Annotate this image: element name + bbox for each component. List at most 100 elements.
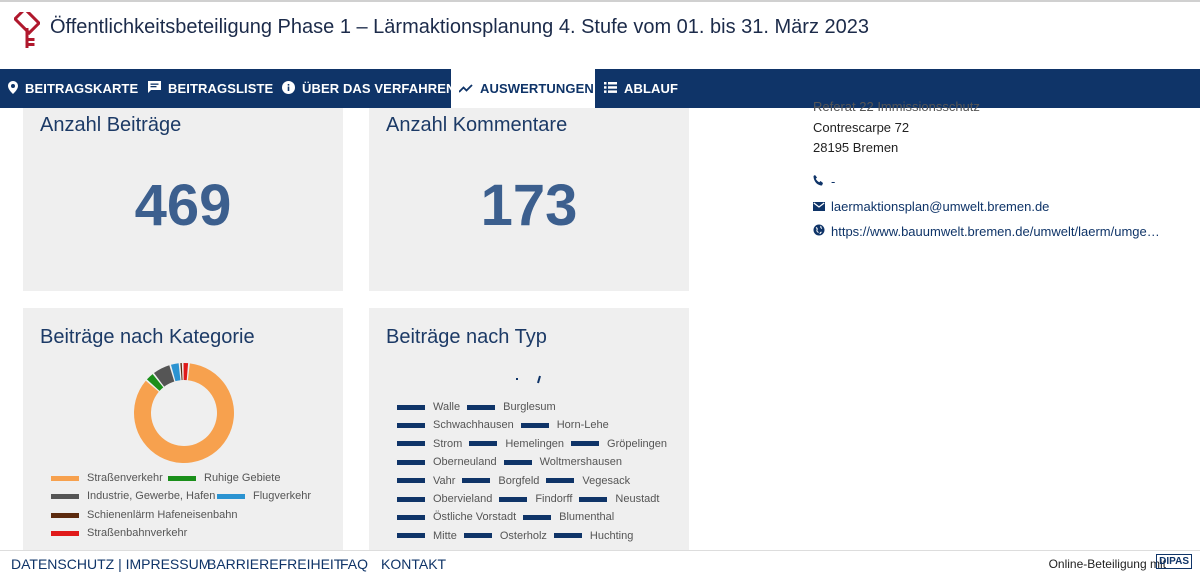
typ-legend-label: Horn-Lehe <box>556 419 609 432</box>
donut-slice-5[interactable] <box>183 363 189 381</box>
contact-website-text: https://www.bauumwelt.bremen.de/umwelt/l… <box>831 224 1160 239</box>
contact-phone-text: - <box>831 174 836 189</box>
typ-legend-item[interactable]: Vahr <box>397 475 455 487</box>
contact-street: Contrescarpe 72 <box>813 120 910 135</box>
globe-icon <box>813 224 827 239</box>
typ-legend-swatch <box>397 478 425 484</box>
page-header: Öffentlichkeitsbeteiligung Phase 1 – Lär… <box>0 2 1200 68</box>
legend-item-2[interactable]: Industrie, Gewerbe, Hafen <box>51 490 215 502</box>
footer-faq-link[interactable]: FAQ <box>340 556 368 572</box>
typ-legend-label: Schwachhausen <box>433 419 514 432</box>
typ-legend-swatch <box>499 496 528 502</box>
typ-legend-label: Blumenthal <box>559 511 615 524</box>
typ-legend-swatch <box>520 422 549 428</box>
typ-legend-label: Gröpelingen <box>607 437 667 450</box>
typ-legend-label: Hemelingen <box>505 437 565 450</box>
typ-legend-label: Huchting <box>589 529 634 542</box>
main-nav: BEITRAGSKARTE BEITRAGSLISTE ÜBER DAS VER… <box>0 69 1200 108</box>
tab-ablauf[interactable]: ABLAUF <box>602 69 680 108</box>
typ-legend-item[interactable]: Woltmershausen <box>503 456 622 468</box>
typ-legend-swatch <box>397 514 425 520</box>
legend-item-4[interactable]: Schienenlärm Hafeneisenbahn <box>51 509 237 521</box>
tab-beitragsliste[interactable]: BEITRAGSLISTE <box>146 69 275 108</box>
typ-legend-item[interactable]: Horn-Lehe <box>520 419 609 432</box>
typ-legend-label: Neustadt <box>615 493 660 505</box>
typ-legend-label: Burglesum <box>503 401 556 413</box>
typ-legend-item[interactable]: Oberneuland <box>397 456 497 468</box>
typ-legend-swatch <box>462 478 491 484</box>
typ-legend-label: Walle <box>433 401 461 413</box>
typ-legend-label: Vegesack <box>582 474 631 487</box>
typ-legend-swatch <box>546 478 575 484</box>
tab-ueber-das-verfahren-label: ÜBER DAS VERFAHREN <box>302 81 456 96</box>
typ-legend-item[interactable]: Schwachhausen <box>397 419 514 431</box>
card-title-typ: Beiträge nach Typ <box>386 326 547 348</box>
legend-swatch <box>51 530 79 536</box>
card-title-beitraege: Anzahl Beiträge <box>40 114 182 136</box>
footer-kontakt-link[interactable]: KONTAKT <box>381 556 446 572</box>
contact-email-link[interactable]: laermaktionsplan@umwelt.bremen.de <box>813 199 1049 214</box>
typ-legend-label: Mitte <box>433 529 457 542</box>
legend-item-3[interactable]: Flugverkehr <box>217 490 311 502</box>
page-footer: DATENSCHUTZ | IMPRESSUM BARRIEREFREIHEIT… <box>0 550 1200 578</box>
typ-legend-swatch <box>523 514 552 520</box>
footer-online-beteiligung: Online-Beteiligung mit <box>1048 557 1166 571</box>
contact-email-text: laermaktionsplan@umwelt.bremen.de <box>831 199 1050 214</box>
comment-icon <box>148 81 161 96</box>
tab-beitragskarte-label: BEITRAGSKARTE <box>25 81 139 96</box>
legend-swatch <box>217 493 245 499</box>
typ-legend-item[interactable]: Obervieland <box>397 493 492 505</box>
legend-swatch <box>51 512 79 518</box>
contact-website-link[interactable]: https://www.bauumwelt.bremen.de/umwelt/l… <box>813 224 1160 239</box>
typ-legend-item[interactable]: Borgfeld <box>462 475 539 487</box>
bremen-key-logo <box>14 12 40 48</box>
typ-legend-label: Findorff <box>535 493 573 505</box>
tab-auswertungen-label: AUSWERTUNGEN <box>480 81 594 96</box>
tab-ueber-das-verfahren[interactable]: ÜBER DAS VERFAHREN <box>280 69 457 108</box>
typ-legend-row: Oberneuland Woltmershausen <box>397 456 629 468</box>
typ-legend-item[interactable]: Gröpelingen <box>571 438 667 450</box>
typ-legend-item[interactable]: Osterholz <box>463 530 547 542</box>
typ-legend-row: Schwachhausen Horn-Lehe <box>397 419 616 431</box>
info-icon <box>282 80 295 97</box>
typ-legend-item[interactable]: Neustadt <box>579 493 659 505</box>
typ-legend-item[interactable]: Findorff <box>499 493 572 505</box>
legend-item-5[interactable]: Straßenbahnverkehr <box>51 527 187 539</box>
typ-legend-swatch <box>397 533 425 539</box>
tab-beitragskarte[interactable]: BEITRAGSKARTE <box>6 69 140 108</box>
typ-legend-item[interactable]: Huchting <box>553 529 634 542</box>
typ-legend-item[interactable]: Östliche Vorstadt <box>397 511 516 523</box>
contact-phone[interactable]: - <box>813 174 835 189</box>
typ-legend-item[interactable]: Blumenthal <box>523 511 614 523</box>
footer-datenschutz-link[interactable]: DATENSCHUTZ | IMPRESSUM <box>11 556 210 572</box>
typ-legend-row: Vahr Borgfeld Vegesack <box>397 475 637 487</box>
typ-legend-item[interactable]: Hemelingen <box>469 438 564 450</box>
typ-legend-item[interactable]: Vegesack <box>546 475 630 487</box>
kategorie-donut-chart <box>134 363 235 463</box>
footer-barrierefreiheit-link[interactable]: BARRIEREFREIHEIT <box>207 556 342 572</box>
typ-legend-item[interactable]: Strom <box>397 438 462 450</box>
typ-legend-item[interactable]: Burglesum <box>467 401 556 413</box>
typ-legend-swatch <box>503 459 532 465</box>
legend-item-0[interactable]: Straßenverkehr <box>51 472 163 484</box>
typ-legend-item[interactable]: Walle <box>397 401 460 413</box>
card-kategorie: Beiträge nach Kategorie Straßenverkehr Ru… <box>23 308 343 550</box>
card-title-kommentare: Anzahl Kommentare <box>386 114 568 136</box>
typ-legend-label: Oberneuland <box>433 456 497 469</box>
typ-legend-swatch <box>397 459 425 465</box>
typ-legend-label: Strom <box>433 437 463 450</box>
typ-legend-row: Strom Hemelingen Gröpelingen <box>397 438 674 450</box>
typ-legend-label: Vahr <box>433 474 456 487</box>
dipas-logo[interactable]: DIPAS <box>1156 554 1192 569</box>
donut-slice-4[interactable] <box>180 363 183 381</box>
mail-icon <box>813 199 827 214</box>
typ-legend-item[interactable]: Mitte <box>397 530 457 542</box>
legend-swatch <box>51 475 79 481</box>
legend-swatch <box>51 493 79 499</box>
legend-label: Straßenbahnverkehr <box>87 527 188 539</box>
legend-item-1[interactable]: Ruhige Gebiete <box>168 472 280 484</box>
tab-auswertungen[interactable]: AUSWERTUNGEN <box>451 69 595 108</box>
typ-legend-swatch <box>467 404 496 410</box>
location-pin-icon <box>8 80 18 97</box>
typ-legend-row: Obervieland Findorff Neustadt <box>397 493 666 505</box>
